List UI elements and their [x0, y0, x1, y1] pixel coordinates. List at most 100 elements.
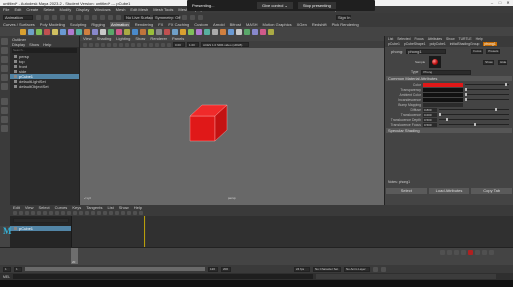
- attr-slider[interactable]: [465, 93, 509, 96]
- shelf-tool-icon[interactable]: [196, 28, 202, 35]
- shelf-tool-icon[interactable]: [28, 28, 34, 35]
- graph-tool-icon[interactable]: [49, 211, 53, 215]
- snap-curve-icon[interactable]: [108, 14, 113, 20]
- graph-tool-icon[interactable]: [133, 211, 137, 215]
- command-input[interactable]: [12, 274, 313, 279]
- shelf-tab-pick-rendering[interactable]: Pick Rendering: [332, 22, 359, 27]
- character-set-dropdown[interactable]: No Character Set: [313, 266, 341, 272]
- exposure-field[interactable]: 0.00: [173, 42, 185, 47]
- camera-attributes-icon[interactable]: [89, 42, 93, 47]
- slider-handle[interactable]: [465, 88, 467, 91]
- playback-end-field[interactable]: 120: [208, 266, 218, 272]
- start-frame-field[interactable]: 1: [3, 266, 11, 272]
- slider-handle[interactable]: [474, 123, 476, 126]
- outliner-menu-show[interactable]: Show: [29, 42, 39, 47]
- shelf-tool-icon[interactable]: [212, 28, 218, 35]
- shelf-tab-custom[interactable]: Custom: [194, 22, 208, 27]
- graph-tool-icon[interactable]: [109, 211, 113, 215]
- step-forward-frame-icon[interactable]: [475, 250, 480, 255]
- isolate-select-icon[interactable]: [161, 42, 165, 47]
- attr-value-field[interactable]: 0.500: [423, 122, 437, 127]
- shelf-tool-icon[interactable]: [236, 28, 242, 35]
- bookmark-icon[interactable]: [95, 42, 99, 47]
- render-icon[interactable]: [182, 14, 187, 20]
- graph-menu-select[interactable]: Select: [39, 205, 50, 210]
- graph-menu-help[interactable]: Help: [134, 205, 142, 210]
- slider-handle[interactable]: [439, 113, 441, 116]
- playback-start-field[interactable]: 1: [14, 266, 22, 272]
- go-to-start-icon[interactable]: [440, 250, 445, 255]
- shelf-tool-icon[interactable]: [148, 28, 154, 35]
- shelf-tab-curves-surfaces[interactable]: Curves / Surfaces: [3, 22, 35, 27]
- bump-map-field[interactable]: [423, 102, 463, 107]
- live-surface-field[interactable]: No Live Surface: [124, 14, 154, 20]
- graph-tool-icon[interactable]: [79, 211, 83, 215]
- menu-display[interactable]: Display: [76, 7, 89, 12]
- graph-tool-icon[interactable]: [127, 211, 131, 215]
- shelf-tool-icon[interactable]: [116, 28, 122, 35]
- step-back-key-icon[interactable]: [447, 250, 452, 255]
- color-swatch[interactable]: [423, 97, 463, 102]
- shelf-tool-icon[interactable]: [268, 28, 274, 35]
- graph-menu-tangents[interactable]: Tangents: [86, 205, 102, 210]
- graph-menu-view[interactable]: View: [25, 205, 34, 210]
- slider-handle[interactable]: [446, 118, 448, 121]
- ae-menu-selected[interactable]: Selected: [397, 37, 410, 41]
- move-tool-icon[interactable]: [1, 65, 8, 72]
- lights-icon[interactable]: [143, 42, 147, 47]
- open-scene-icon[interactable]: [44, 14, 49, 20]
- attr-value-field[interactable]: 0.800: [423, 107, 437, 112]
- specular-shading-section[interactable]: Specular Shading: [386, 128, 512, 133]
- undo-icon[interactable]: [60, 14, 65, 20]
- shelf-tool-icon[interactable]: [188, 28, 194, 35]
- shelf-tab-mash[interactable]: MASH: [246, 22, 258, 27]
- xray-icon[interactable]: [167, 42, 171, 47]
- menu-file[interactable]: File: [3, 7, 9, 12]
- play-backward-icon[interactable]: [461, 250, 466, 255]
- render-settings-icon[interactable]: [198, 14, 203, 20]
- resolution-gate-icon[interactable]: [119, 42, 123, 47]
- graph-tool-icon[interactable]: [103, 211, 107, 215]
- common-material-section[interactable]: Common Material Attributes: [386, 76, 512, 81]
- ambient-occlusion-icon[interactable]: [155, 42, 159, 47]
- graph-tool-icon[interactable]: [25, 211, 29, 215]
- presets-button[interactable]: Presets: [486, 48, 501, 54]
- ae-menu-attributes[interactable]: Attributes: [428, 37, 442, 41]
- shelf-tab-sculpting[interactable]: Sculpting: [70, 22, 86, 27]
- attr-value-field[interactable]: 0.500: [423, 117, 437, 122]
- graph-tool-icon[interactable]: [13, 211, 17, 215]
- attr-slider[interactable]: [439, 123, 509, 126]
- script-language-label[interactable]: MEL: [3, 275, 10, 279]
- graph-menu-show[interactable]: Show: [119, 205, 129, 210]
- attr-slider[interactable]: [439, 108, 509, 111]
- ae-tab-initialshadinggroup[interactable]: initialShadingGroup: [450, 42, 480, 46]
- snap-grid-icon[interactable]: [100, 14, 105, 20]
- attr-slider[interactable]: [465, 88, 509, 91]
- stop-presenting-button[interactable]: Stop presenting: [297, 2, 336, 9]
- ae-menu-focus[interactable]: Focus: [414, 37, 423, 41]
- paint-select-icon[interactable]: [1, 56, 8, 63]
- rotate-tool-icon[interactable]: [1, 74, 8, 81]
- attr-value-field[interactable]: 0.000: [423, 112, 437, 117]
- select-tool-icon[interactable]: [1, 38, 8, 45]
- graph-tool-icon[interactable]: [73, 211, 77, 215]
- shelf-tool-icon[interactable]: [132, 28, 138, 35]
- focus-button[interactable]: Focus: [471, 48, 484, 54]
- outliner-menu-help[interactable]: Help: [43, 42, 51, 47]
- shelf-tool-icon[interactable]: [108, 28, 114, 35]
- ipr-render-icon[interactable]: [190, 14, 195, 20]
- graph-search-input[interactable]: [13, 218, 69, 223]
- ae-tab-pcubeshape1[interactable]: pCubeShape1: [404, 42, 426, 46]
- ae-menu-turtle[interactable]: TURTLE: [459, 37, 472, 41]
- color-space-dropdown[interactable]: ACES 1.0 SDR-video (sRGB): [201, 42, 249, 47]
- shelf-tab-rigging[interactable]: Rigging: [91, 22, 105, 27]
- graph-tool-icon[interactable]: [121, 211, 125, 215]
- smooth-shade-icon[interactable]: [131, 42, 135, 47]
- slider-handle[interactable]: [495, 108, 497, 111]
- textured-icon[interactable]: [137, 42, 141, 47]
- attr-slider[interactable]: [465, 83, 509, 86]
- shelf-tool-icon[interactable]: [156, 28, 162, 35]
- shelf-tool-icon[interactable]: [164, 28, 170, 35]
- camera-select-icon[interactable]: [83, 42, 87, 47]
- select-component-icon[interactable]: [92, 14, 97, 20]
